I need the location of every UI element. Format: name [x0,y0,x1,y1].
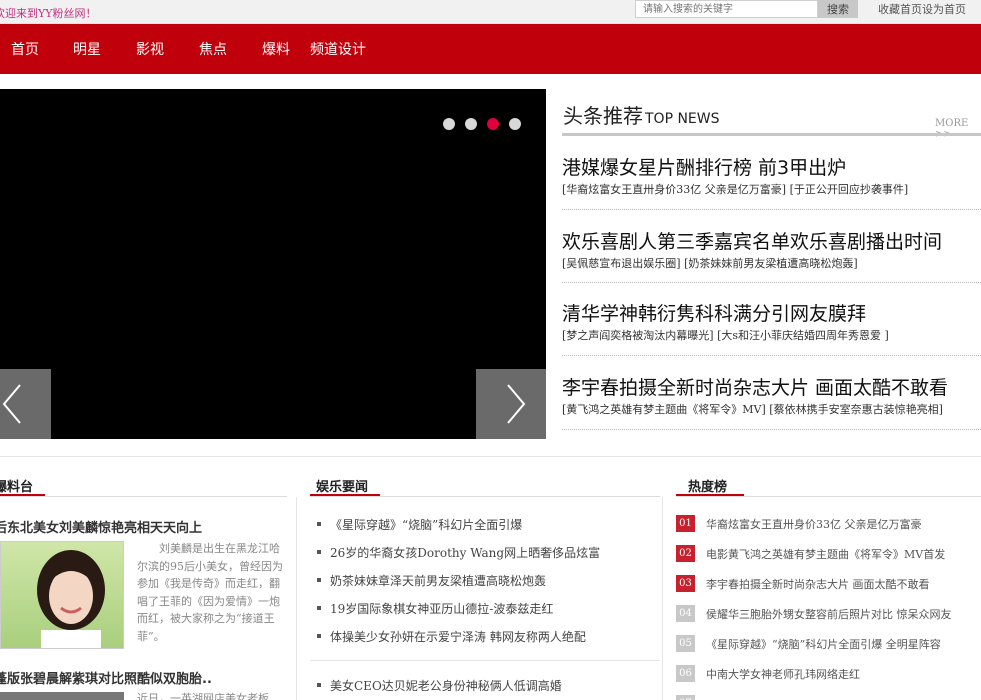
news-item[interactable]: 美女CEO达贝妮老公身份神秘俩人低调高婚 [317,677,562,694]
headline-4[interactable]: 李宇春拍摄全新时尚杂志大片 画面太酷不敢看 [562,373,948,400]
news-item[interactable]: 26岁的华裔女孩Dorothy Wang网上晒奢侈品炫富 [317,544,600,561]
bullet-icon [317,577,321,582]
favorite-homepage-links[interactable]: 收藏首页设为首页 [878,1,966,17]
rank-item-4[interactable]: 侯耀华三胞胎外甥女整容前后照片对比 惊呆众网友 [706,606,952,622]
subline-1[interactable]: [华裔炫富女王直卅身价33亿 父亲是亿万富豪] [于正公开回应抄袭事件] [562,181,908,197]
nav-item-stars[interactable]: 明星 [73,39,101,59]
bullet-icon [317,521,321,526]
search-button[interactable]: 搜索 [818,0,858,18]
image-slider[interactable] [0,89,546,439]
slider-dot-1[interactable] [443,118,455,130]
nav-item-gossip[interactable]: 爆料 [262,39,290,59]
news-item[interactable]: 《星际穿越》“烧脑”科幻片全面引爆 [317,516,522,533]
slider-next-button[interactable] [476,369,546,439]
search-input[interactable] [635,0,818,18]
article-photo-1[interactable] [0,541,124,649]
divider [562,355,981,356]
news-item[interactable]: 奶茶妹妹章泽天前男友梁植遭高晓松炮轰 [317,572,546,589]
article-title-2[interactable]: 蓬版张碧晨解紫琪对比照酷似双胞胎.. [0,668,212,687]
rank-item-1[interactable]: 华裔炫富女王直卅身价33亿 父亲是亿万富豪 [706,516,922,532]
slider-dot-2[interactable] [465,118,477,130]
nav-item-film[interactable]: 影视 [136,39,164,59]
column-divider [296,497,297,700]
rank-item-2[interactable]: 电影黄飞鸿之英雄有梦主题曲《将军令》MV首发 [706,546,945,562]
section-title-gossip: 爆料台 [0,480,34,495]
divider [562,282,981,283]
top-bar: 欢迎来到YY粉丝网！ 搜索 收藏首页设为首页 [0,0,981,24]
bullet-icon [317,605,321,610]
rank-item-5[interactable]: 《星际穿越》“烧脑”科幻片全面引爆 全明星阵容 [706,636,941,652]
headline-1[interactable]: 港媒爆女星片酬排行榜 前3甲出炉 [562,153,846,180]
nav-item-channel-design[interactable]: 频道设计 [310,39,366,59]
subline-4[interactable]: [黄飞鸿之英雄有梦主题曲《将军令》MV] [蔡依林携手安室奈惠古装惊艳亮相] [562,401,943,417]
subline-3[interactable]: [梦之声阎奕格被淘汰内幕曝光] [大s和汪小菲庆结婚四周年秀恩爱 ] [562,327,889,343]
section-baseline [0,496,287,497]
news-item[interactable]: 19岁国际象棋女神亚历山德拉-波泰兹走红 [317,600,553,617]
top-news-divider [562,133,981,136]
news-item[interactable]: 体操美少女孙妍在示爱宁泽涛 韩网友称两人绝配 [317,628,586,645]
article-summary-1: 刘美麟是出生在黑龙江哈尔滨的95后小美女，曾经因为参加《我是传奇》而走红，翻唱了… [137,542,283,643]
top-news-title: 头条推荐 TOP NEWS [563,104,720,128]
portrait-image [37,550,105,648]
more-link[interactable]: MORE >> [935,118,981,140]
bullet-icon [317,682,321,687]
divider [562,209,981,210]
rank-badge-7: 07 [676,695,695,700]
rank-badge-6: 06 [676,665,695,682]
slider-prev-button[interactable] [0,369,51,439]
rank-badge-5: 05 [676,635,695,652]
section-title-news: 娱乐要闻 [316,480,369,495]
welcome-text: 欢迎来到YY粉丝网！ [0,7,97,20]
nav-item-home[interactable]: 首页 [11,39,39,59]
top-news-title-en: TOP NEWS [645,111,720,127]
column-divider [662,497,663,700]
chevron-left-icon [2,384,21,424]
rank-badge-2: 02 [676,545,695,562]
slider-dot-4[interactable] [509,118,521,130]
divider [310,660,660,661]
rank-badge-4: 04 [676,605,695,622]
divider [562,429,981,430]
headline-2[interactable]: 欢乐喜剧人第三季嘉宾名单欢乐喜剧播出时间 [562,227,942,254]
chevron-right-icon [507,384,526,424]
rank-badge-3: 03 [676,575,695,592]
section-divider [0,456,981,457]
slider-dot-3[interactable] [487,118,499,130]
rank-item-6[interactable]: 中南大学女神老师孔玮网络走红 [706,666,860,682]
section-baseline [676,496,981,497]
main-nav: 首页 明星 影视 焦点 爆料 频道设计 [0,24,981,74]
section-title-hot: 热度榜 [688,480,728,495]
bullet-icon [317,633,321,638]
article-title-1[interactable]: 后东北美女刘美麟惊艳亮相天天向上 [0,517,202,536]
article-photo-2[interactable] [0,692,124,700]
headline-3[interactable]: 清华学神韩衍隽科科满分引网友膜拜 [562,299,866,326]
subline-2[interactable]: [吴佩慈宣布退出娱乐圈] [奶茶妹妹前男友梁植遭高晓松炮轰] [562,255,858,271]
article-summary-2: 近日，一英湖网店美女老板 [137,692,269,700]
nav-item-focus[interactable]: 焦点 [199,39,227,59]
rank-item-3[interactable]: 李宇春拍摄全新时尚杂志大片 画面太酷不敢看 [706,576,930,592]
bullet-icon [317,549,321,554]
section-baseline [310,496,660,497]
rank-badge-1: 01 [676,515,695,532]
